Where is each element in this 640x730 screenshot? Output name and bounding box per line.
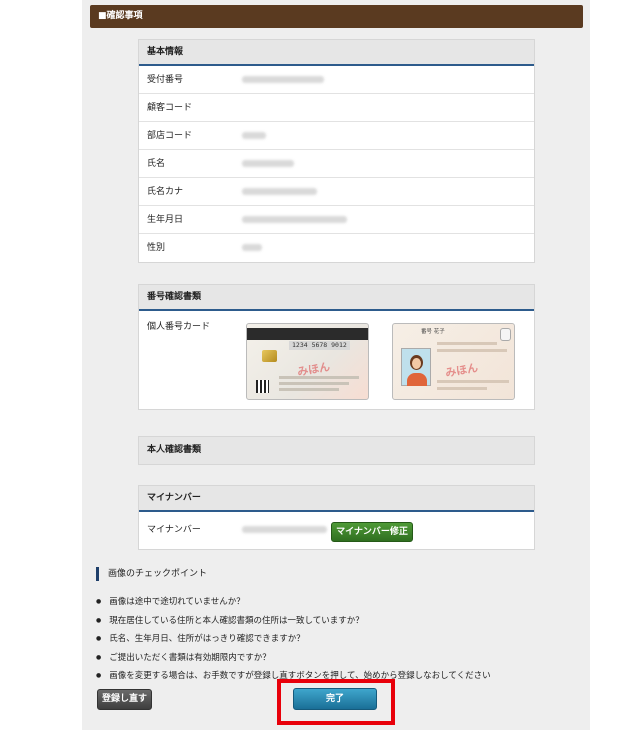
number-docs-title: 番号確認書類 (139, 285, 534, 311)
face-shape (412, 358, 421, 369)
checkpoint-item: ご提出いただく書類は有効期限内ですか？ (96, 649, 491, 668)
info-row-name-kana: 氏名カナ (139, 178, 534, 206)
basic-info-box: 基本情報 受付番号 顧客コード 部店コード 氏名 氏名カナ 生年月日 性別 (138, 39, 535, 263)
identity-docs-box: 本人確認書類 (138, 436, 535, 465)
info-row-gender: 性別 (139, 234, 534, 262)
info-label: 氏名カナ (147, 187, 184, 197)
basic-info-title: 基本情報 (139, 40, 534, 66)
info-row-birthdate: 生年月日 (139, 206, 534, 234)
number-docs-label: 個人番号カード (147, 322, 211, 332)
redacted-value (242, 160, 294, 167)
identity-docs-title: 本人確認書類 (139, 437, 534, 464)
reregister-button[interactable]: 登録し直す (97, 689, 152, 710)
redacted-value (242, 526, 327, 533)
checkpoint-item: 現在居住している住所と本人確認書類の住所は一致していますか？ (96, 612, 491, 631)
card-text-line (437, 349, 507, 352)
checkpoint-item: 画像は途中で途切れていませんか？ (96, 593, 491, 612)
redacted-value (242, 244, 262, 251)
card-text-line (437, 380, 509, 383)
info-label: 生年月日 (147, 215, 184, 225)
info-label: 部店コード (147, 131, 193, 141)
card-text-line (437, 387, 487, 390)
card-holder-name: 番号 花子 (421, 329, 445, 335)
info-label: 氏名 (147, 159, 166, 169)
number-docs-row: 個人番号カード 1234 5678 9012 みほん 番号 花子 みほん (139, 311, 534, 409)
redacted-value (242, 188, 317, 195)
card-number-text: 1234 5678 9012 (289, 341, 350, 350)
my-number-card-back-image[interactable]: 番号 花子 みほん (392, 323, 515, 400)
shirt-shape (407, 373, 427, 386)
checkpoint-item: 氏名、生年月日、住所がはっきり確認できますか？ (96, 630, 491, 649)
info-label: 性別 (147, 243, 166, 253)
number-docs-box: 番号確認書類 個人番号カード 1234 5678 9012 みほん 番号 花子 … (138, 284, 535, 410)
my-number-title: マイナンバー (139, 486, 534, 512)
sample-stamp: みほん (444, 361, 479, 380)
redacted-value (242, 76, 324, 83)
my-number-card-front-image[interactable]: 1234 5678 9012 みほん (246, 323, 369, 400)
info-row-branch-code: 部店コード (139, 122, 534, 150)
card-stripe (247, 328, 368, 340)
card-text-line (279, 376, 359, 379)
redacted-value (242, 216, 347, 223)
section-title: ■確認事項 (90, 5, 583, 28)
info-row-customer-code: 顧客コード (139, 94, 534, 122)
qr-code-icon (256, 380, 269, 393)
info-label: 受付番号 (147, 75, 184, 85)
card-text-line (279, 388, 339, 391)
info-row-receipt-number: 受付番号 (139, 66, 534, 94)
info-row-name: 氏名 (139, 150, 534, 178)
edit-my-number-button[interactable]: マイナンバー修正 (331, 522, 413, 542)
checkpoints-title: 画像のチェックポイント (96, 567, 207, 581)
info-label: 顧客コード (147, 103, 193, 113)
card-photo (401, 348, 431, 386)
card-emblem-icon (500, 328, 511, 341)
complete-button[interactable]: 完了 (293, 688, 377, 710)
ic-chip-icon (262, 350, 277, 362)
my-number-label: マイナンバー (147, 525, 201, 535)
card-text-line (437, 342, 497, 345)
checkpoints-list: 画像は途中で途切れていませんか？ 現在居住している住所と本人確認書類の住所は一致… (96, 593, 491, 686)
redacted-value (242, 132, 266, 139)
card-text-line (279, 382, 349, 385)
